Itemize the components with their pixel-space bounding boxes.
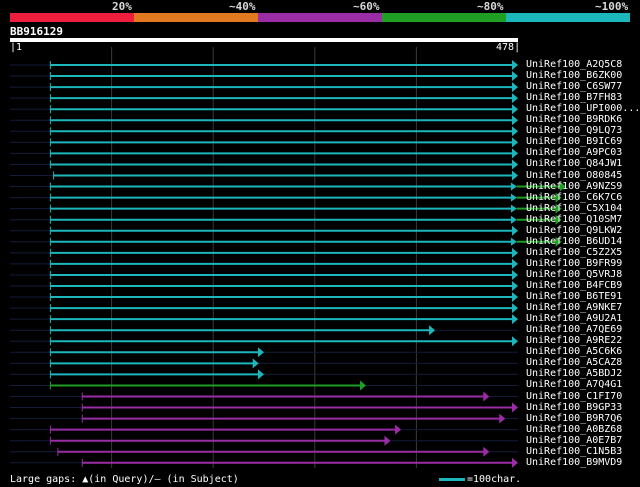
hit-arrow	[483, 391, 490, 402]
hit-label[interactable]: UniRef100_C5X104	[526, 203, 622, 214]
hit-label[interactable]: UniRef100_B7FH83	[526, 92, 622, 103]
gaps-legend-note: Large gaps: ▲(in Query)/– (in Subject)	[10, 474, 239, 485]
hit-label[interactable]: UniRef100_Q5VRJ8	[526, 269, 622, 280]
hit-arrow	[512, 457, 518, 468]
hit-arrow	[384, 435, 391, 446]
hit-arrow	[512, 170, 518, 181]
hit-arrow	[512, 303, 518, 314]
hit-label[interactable]: UniRef100_A7QE69	[526, 324, 622, 335]
hit-label[interactable]: UniRef100_B9R7Q6	[526, 413, 622, 424]
hit-arrow	[512, 159, 518, 170]
hit-arrow	[510, 237, 517, 246]
hit-label[interactable]: UniRef100_A0E7B7	[526, 435, 622, 446]
hit-label[interactable]: UniRef100_A9PC03	[526, 147, 622, 158]
hit-arrow	[512, 60, 518, 70]
hit-label[interactable]: UniRef100_Q9LQ73	[526, 125, 622, 136]
hit-arrow	[512, 402, 518, 413]
hit-arrow	[510, 204, 517, 213]
hit-label[interactable]: UniRef100_A5CAZ8	[526, 357, 622, 368]
hit-arrow	[258, 347, 264, 358]
hit-arrow	[512, 258, 518, 269]
hit-label[interactable]: UniRef100_C1FI70	[526, 391, 622, 402]
hit-label[interactable]: UniRef100_A9NKE7	[526, 302, 622, 313]
hit-arrow	[510, 193, 517, 202]
hit-arrow	[512, 104, 518, 115]
scale-label: =100char.	[467, 474, 522, 485]
hit-label[interactable]: UniRef100_B6TE91	[526, 291, 622, 302]
hit-label[interactable]: UniRef100_B9IC69	[526, 136, 622, 147]
hit-arrow	[360, 380, 367, 391]
hit-arrow	[512, 93, 518, 104]
hit-arrow	[510, 215, 517, 224]
hit-arrow	[499, 413, 506, 424]
hit-label[interactable]: UniRef100_B9FR99	[526, 258, 622, 269]
hit-label[interactable]: UniRef100_C5Z2X5	[526, 247, 622, 258]
hit-arrow	[512, 225, 518, 236]
hit-label[interactable]: UniRef100_B9GP33	[526, 402, 622, 413]
hit-arrow	[252, 358, 259, 369]
hit-label[interactable]: UniRef100_A7Q4G1	[526, 379, 622, 390]
hit-label[interactable]: UniRef100_B9RDK6	[526, 114, 622, 125]
hit-label[interactable]: UniRef100_B4FCB9	[526, 280, 622, 291]
hit-arrow	[512, 314, 518, 325]
hit-arrow	[512, 82, 518, 93]
hit-label[interactable]: UniRef100_B6ZK00	[526, 70, 622, 81]
hit-arrow	[512, 269, 518, 280]
hit-label[interactable]: UniRef100_B6UD14	[526, 236, 622, 247]
hit-label[interactable]: UniRef100_Q9LKW2	[526, 225, 622, 236]
hit-label[interactable]: UniRef100_B9MVD9	[526, 457, 622, 468]
hit-label[interactable]: UniRef100_O80845	[526, 170, 622, 181]
hit-arrow	[512, 71, 518, 82]
hit-arrow	[512, 126, 518, 137]
hit-arrow	[512, 148, 518, 159]
hit-label[interactable]: UniRef100_UPI000...	[526, 103, 640, 114]
hit-label[interactable]: UniRef100_C6K7C6	[526, 192, 622, 203]
scale-swatch	[439, 477, 465, 481]
hit-label[interactable]: UniRef100_A0BZ68	[526, 424, 622, 435]
hit-arrow	[512, 281, 518, 291]
hit-label[interactable]: UniRef100_Q10SM7	[526, 214, 622, 225]
hit-arrow	[429, 325, 436, 336]
hit-label[interactable]: UniRef100_A9U2A1	[526, 313, 622, 324]
hit-arrow	[512, 336, 518, 347]
hit-arrow	[483, 446, 490, 457]
hit-arrow	[395, 424, 402, 435]
hit-label[interactable]: UniRef100_A9NZS9	[526, 181, 622, 192]
hit-arrow	[510, 182, 517, 191]
scale-legend: =100char.	[439, 474, 521, 485]
hit-label[interactable]: UniRef100_C6SW77	[526, 81, 622, 92]
hit-label[interactable]: UniRef100_A2Q5C8	[526, 59, 622, 70]
hit-arrow	[512, 137, 518, 148]
hit-arrow	[258, 369, 264, 380]
hit-label[interactable]: UniRef100_A9RE22	[526, 335, 622, 346]
hit-label[interactable]: UniRef100_A5C6K6	[526, 346, 622, 357]
hit-arrow	[512, 247, 518, 258]
hit-arrow	[512, 115, 518, 126]
hit-label[interactable]: UniRef100_A5BDJ2	[526, 368, 622, 379]
hit-arrow	[512, 292, 518, 303]
hit-label[interactable]: UniRef100_Q84JW1	[526, 158, 622, 169]
hit-label[interactable]: UniRef100_C1N5B3	[526, 446, 622, 457]
